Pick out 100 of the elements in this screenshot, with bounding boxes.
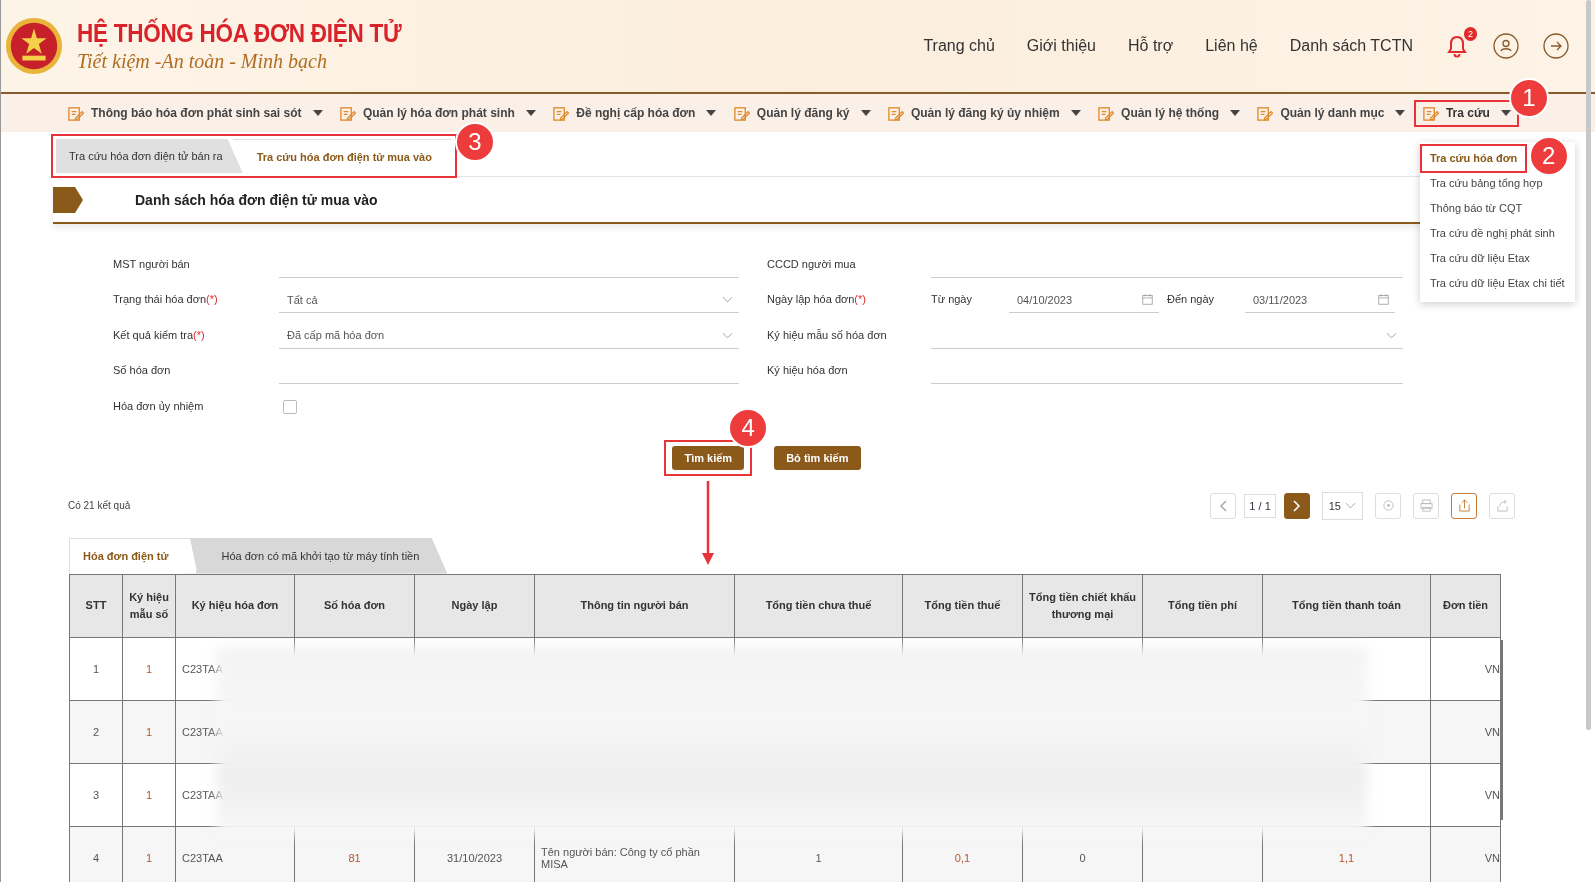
date-field[interactable]: 03/11/2023 [1245, 287, 1395, 313]
printer-icon [1419, 499, 1433, 512]
edit-icon [67, 104, 84, 122]
search-button[interactable]: Bỏ tìm kiếm [774, 445, 861, 470]
dropdown-item[interactable]: Tra cứu hóa đơn [1421, 145, 1526, 171]
edit-icon [886, 104, 904, 122]
select-field[interactable]: Đã cấp mã hóa đơn [279, 322, 739, 349]
column-header: Tổng tiền chiết khấu thương mại [1022, 574, 1143, 637]
column-header: Tổng tiền chưa thuế [734, 574, 903, 637]
caret-icon [706, 110, 717, 116]
field-label: Trạng thái hóa đơn(*) [113, 293, 219, 307]
chevron-down-icon [1386, 331, 1397, 339]
menu-item[interactable]: Thông báo hóa đơn phát sinh sai sót [61, 101, 329, 125]
table-cell: 4 [92, 851, 100, 864]
menu-item[interactable]: Quản lý đăng ký ủy nhiệm [880, 101, 1087, 125]
table-cell: C23TAA [182, 788, 223, 801]
column-header: Tổng tiền phí [1142, 574, 1263, 637]
dropdown-item[interactable]: Thông báo từ CQT [1421, 195, 1531, 221]
result-count: Có 21 kết quả [68, 500, 131, 511]
header-link[interactable]: Trang chủ [923, 37, 995, 55]
select-field[interactable]: Tất cả [279, 287, 739, 313]
date-field[interactable]: 04/10/2023 [1009, 287, 1159, 313]
chevron-left-icon [1219, 499, 1228, 512]
scrollbar[interactable] [1586, 0, 1591, 730]
tab[interactable]: Hóa đơn điện tử [69, 537, 198, 574]
column-header: Thông tin người bán [534, 574, 735, 637]
column-header: Ký hiệu mẫu số [122, 574, 176, 637]
flag-icon [53, 187, 83, 213]
menu-item[interactable]: Quản lý hệ thống [1091, 101, 1247, 125]
header-link[interactable]: Danh sách TCTN [1289, 37, 1413, 55]
field-label: CCCD người mua [767, 257, 857, 272]
logo-icon [5, 17, 63, 75]
table-cell: C23TAA [182, 662, 223, 675]
table-cell: VN [1484, 662, 1500, 675]
column-header: Ngày lập [414, 574, 535, 637]
edit-icon [1256, 104, 1274, 122]
caret-icon [860, 110, 871, 116]
chevron-down-icon [1345, 502, 1356, 509]
notification-badge: 2 [1464, 27, 1477, 41]
step-number: 4 [728, 407, 769, 448]
page-size-select[interactable]: 15 [1321, 491, 1363, 520]
edit-icon [1421, 104, 1439, 122]
edit-icon [732, 104, 750, 122]
field-label: Ký hiệu mẫu số hóa đơn [767, 328, 888, 343]
system-title: HỆ THỐNG HÓA ĐƠN ĐIỆN TỬ [77, 19, 402, 48]
table-cell: C23TAA [182, 851, 223, 864]
edit-icon [1097, 104, 1115, 122]
calendar-icon [1378, 294, 1389, 305]
edit-icon [338, 104, 356, 122]
table-cell: VN [1484, 725, 1500, 738]
slogan: Tiết kiệm -An toàn - Minh bạch [77, 50, 328, 73]
checkbox[interactable] [283, 399, 297, 414]
caret-icon [1070, 110, 1081, 116]
column-header: Số hóa đơn [294, 574, 415, 637]
section-title: Danh sách hóa đơn điện tử mua vào [135, 192, 378, 208]
previous-page-button[interactable] [1210, 492, 1237, 519]
field-label: Ký hiệu hóa đơn [767, 364, 849, 378]
caret-icon [312, 110, 323, 116]
export-button[interactable] [1451, 492, 1477, 519]
chevron-down-icon [722, 331, 733, 339]
field-label: Từ ngày [931, 293, 973, 307]
scrollbar[interactable] [1500, 639, 1503, 820]
search-button[interactable]: Tìm kiếm [672, 445, 745, 470]
field-label: Số hóa đơn [113, 364, 172, 378]
target-icon [1381, 499, 1395, 512]
dropdown-item[interactable]: Tra cứu dữ liệu Etax chi tiết [1421, 270, 1573, 296]
logout-icon[interactable] [1543, 33, 1569, 59]
header-link[interactable]: Giới thiệu [1026, 37, 1096, 55]
caret-icon [1500, 110, 1511, 116]
refresh-button[interactable] [1375, 492, 1401, 519]
dropdown-item[interactable]: Tra cứu dữ liệu Etax [1421, 245, 1538, 271]
table-cell: 1 [145, 851, 153, 864]
table-cell: 2 [92, 725, 100, 738]
header-link[interactable]: Hỗ trợ [1128, 37, 1174, 55]
column-header: Ký hiệu hóa đơn [175, 574, 295, 637]
user-icon[interactable] [1493, 33, 1519, 59]
header-link[interactable]: Liên hệ [1205, 37, 1258, 55]
menu-item[interactable]: Quản lý danh mục [1250, 101, 1412, 125]
share-button[interactable] [1489, 492, 1515, 519]
tab[interactable]: Tra cứu hóa đơn điện tử bán ra [56, 139, 243, 173]
column-header: Tổng tiền thuế [902, 574, 1023, 637]
edit-icon [552, 104, 570, 122]
field-label: Đến ngày [1167, 293, 1216, 307]
menu-item[interactable]: Đề nghị cấp hóa đơn [546, 101, 723, 125]
print-button[interactable] [1413, 492, 1439, 519]
calendar-icon [1142, 294, 1153, 305]
menu-item[interactable]: Quản lý hóa đơn phát sinh [332, 101, 542, 125]
chevron-right-icon [1292, 499, 1301, 512]
table-cell: 81 [348, 851, 361, 864]
caret-icon [1395, 110, 1406, 116]
field-label: Ngày lập hóa đơn(*) [767, 293, 867, 307]
next-page-button[interactable] [1283, 492, 1310, 519]
field-label: Hóa đơn ủy nhiệm [113, 399, 205, 414]
table-cell: 3 [92, 788, 100, 801]
table-cell: Tên người bán: Công ty cổ phần MISA [541, 845, 700, 870]
bell-icon[interactable] [1445, 33, 1469, 59]
table-cell: 1 [92, 662, 100, 675]
dropdown-item[interactable]: Tra cứu đề nghị phát sinh [1421, 220, 1563, 246]
menu-item[interactable]: Quản lý đăng ký [726, 101, 877, 125]
table-cell: 31/10/2023 [446, 851, 503, 864]
